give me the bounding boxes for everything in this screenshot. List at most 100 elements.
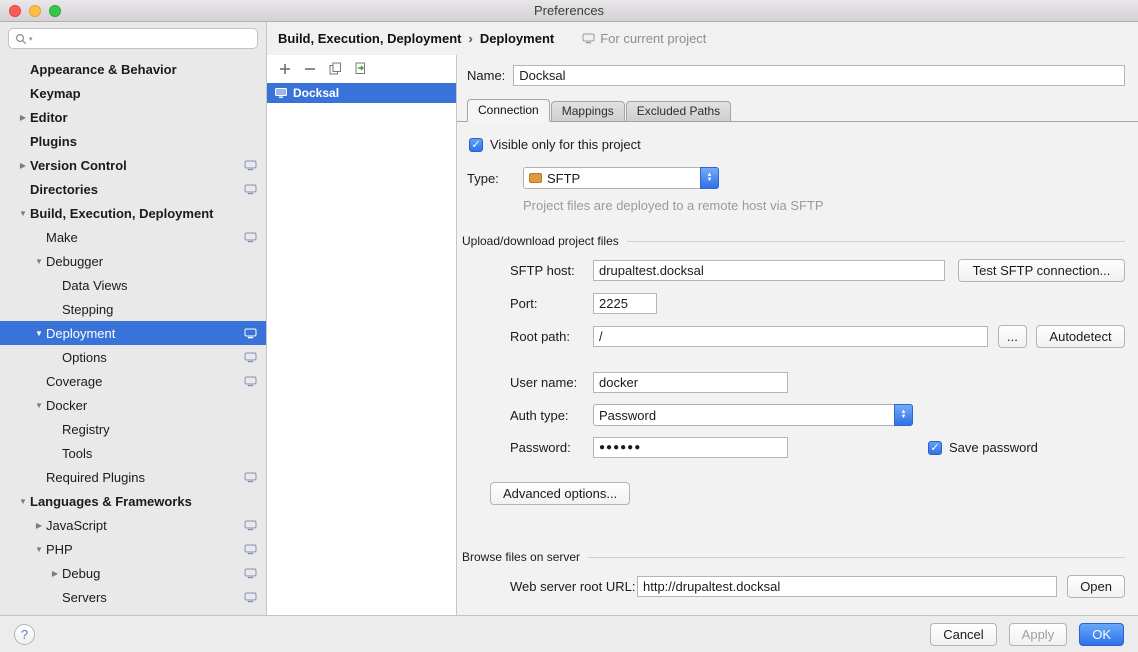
breadcrumb-section[interactable]: Build, Execution, Deployment	[278, 31, 461, 46]
sidebar-item-plugins[interactable]: Plugins	[0, 129, 266, 153]
chevron-down-icon[interactable]: ▼	[32, 401, 46, 410]
chevron-down-icon[interactable]: ▼	[32, 329, 46, 338]
password-input[interactable]	[593, 437, 788, 458]
sidebar-item-build-execution-deployment[interactable]: ▼Build, Execution, Deployment	[0, 201, 266, 225]
sidebar-item-keymap[interactable]: Keymap	[0, 81, 266, 105]
user-name-label: User name:	[510, 375, 593, 390]
auth-type-value: Password	[599, 408, 656, 423]
sidebar-item-stepping[interactable]: Stepping	[0, 297, 266, 321]
upload-section-label: Upload/download project files	[462, 234, 619, 248]
sidebar-item-data-views[interactable]: Data Views	[0, 273, 266, 297]
name-input[interactable]	[513, 65, 1125, 86]
chevron-right-icon[interactable]: ▶	[48, 569, 62, 578]
sidebar-item-javascript[interactable]: ▶JavaScript	[0, 513, 266, 537]
copy-icon	[329, 62, 342, 75]
connection-tab-content: Visible only for this project Type: SFTP…	[457, 122, 1138, 615]
per-project-icon	[244, 376, 257, 387]
open-url-button[interactable]: Open	[1067, 575, 1125, 598]
zoom-button[interactable]	[49, 5, 61, 17]
plus-icon	[279, 63, 291, 75]
chevron-down-icon[interactable]: ▼	[32, 257, 46, 266]
chevron-right-icon[interactable]: ▶	[16, 161, 30, 170]
help-button[interactable]: ?	[14, 624, 35, 645]
sidebar-item-label: Data Views	[62, 278, 128, 293]
advanced-options-button[interactable]: Advanced options...	[490, 482, 630, 505]
per-project-icon	[582, 33, 595, 44]
type-select[interactable]: SFTP ▲▼	[523, 167, 719, 189]
combo-stepper-icon[interactable]: ▲▼	[700, 167, 719, 189]
browse-root-button[interactable]: ...	[998, 325, 1027, 348]
import-config-button[interactable]	[353, 62, 367, 76]
sftp-host-input[interactable]	[593, 260, 945, 281]
auth-type-select[interactable]: Password ▲▼	[593, 404, 913, 426]
sidebar-item-version-control[interactable]: ▶Version Control	[0, 153, 266, 177]
chevron-down-icon[interactable]: ▼	[32, 545, 46, 554]
sidebar-item-label: Required Plugins	[46, 470, 145, 485]
minimize-button[interactable]	[29, 5, 41, 17]
sidebar-item-label: Deployment	[46, 326, 115, 341]
sidebar-item-coverage[interactable]: Coverage	[0, 369, 266, 393]
root-path-input[interactable]	[593, 326, 988, 347]
autodetect-button[interactable]: Autodetect	[1036, 325, 1125, 348]
combo-stepper-icon[interactable]: ▲▼	[894, 404, 913, 426]
sidebar-item-languages-frameworks[interactable]: ▼Languages & Frameworks	[0, 489, 266, 513]
tab-connection[interactable]: Connection	[467, 99, 550, 122]
sidebar-item-label: PHP	[46, 542, 73, 557]
sftp-host-label: SFTP host:	[510, 263, 593, 278]
remove-server-button[interactable]	[303, 62, 317, 76]
chevron-right-icon[interactable]: ▶	[16, 113, 30, 122]
tab-excluded-paths[interactable]: Excluded Paths	[626, 101, 731, 121]
auth-type-label: Auth type:	[510, 408, 593, 423]
server-list-panel: Docksal	[267, 55, 457, 615]
settings-search-box[interactable]: ▾	[8, 28, 258, 49]
add-server-button[interactable]	[278, 62, 292, 76]
cancel-button[interactable]: Cancel	[930, 623, 996, 646]
sidebar-item-docker[interactable]: ▼Docker	[0, 393, 266, 417]
sidebar-item-debugger[interactable]: ▼Debugger	[0, 249, 266, 273]
tab-mappings[interactable]: Mappings	[551, 101, 625, 121]
save-password-checkbox[interactable]	[928, 441, 942, 455]
sidebar-item-debug[interactable]: ▶Debug	[0, 561, 266, 585]
port-input[interactable]	[593, 293, 657, 314]
sidebar-item-registry[interactable]: Registry	[0, 417, 266, 441]
window-title: Preferences	[0, 3, 1138, 18]
sidebar-item-deployment[interactable]: ▼Deployment	[0, 321, 266, 345]
section-divider	[627, 241, 1125, 242]
sidebar-item-make[interactable]: Make	[0, 225, 266, 249]
sidebar-item-label: Build, Execution, Deployment	[30, 206, 213, 221]
per-project-icon	[244, 352, 257, 363]
sidebar-item-options[interactable]: Options	[0, 345, 266, 369]
user-name-input[interactable]	[593, 372, 788, 393]
port-label: Port:	[510, 296, 593, 311]
sidebar-item-servers[interactable]: Servers	[0, 585, 266, 609]
tab-underline	[457, 121, 1138, 122]
close-button[interactable]	[9, 5, 21, 17]
web-root-input[interactable]	[637, 576, 1057, 597]
minus-icon	[304, 63, 316, 75]
per-project-icon	[244, 184, 257, 195]
sidebar-item-label: Keymap	[30, 86, 81, 101]
sidebar-item-tools[interactable]: Tools	[0, 441, 266, 465]
sidebar-item-appearance-behavior[interactable]: Appearance & Behavior	[0, 57, 266, 81]
name-label: Name:	[467, 68, 505, 83]
chevron-down-icon[interactable]: ▼	[16, 209, 30, 218]
apply-button[interactable]: Apply	[1009, 623, 1068, 646]
sidebar-item-required-plugins[interactable]: Required Plugins	[0, 465, 266, 489]
root-path-label: Root path:	[510, 329, 593, 344]
chevron-right-icon[interactable]: ▶	[32, 521, 46, 530]
copy-server-button[interactable]	[328, 62, 342, 76]
sidebar-item-label: Registry	[62, 422, 110, 437]
search-input[interactable]	[35, 32, 251, 46]
test-connection-button[interactable]: Test SFTP connection...	[958, 259, 1125, 282]
sidebar-item-label: Editor	[30, 110, 68, 125]
sidebar-item-label: Docker	[46, 398, 87, 413]
server-row-docksal[interactable]: Docksal	[267, 83, 456, 103]
sidebar-item-editor[interactable]: ▶Editor	[0, 105, 266, 129]
visible-only-checkbox[interactable]	[469, 138, 483, 152]
server-toolbar	[267, 55, 456, 82]
sidebar-item-directories[interactable]: Directories	[0, 177, 266, 201]
chevron-down-icon[interactable]: ▼	[16, 497, 30, 506]
ok-button[interactable]: OK	[1079, 623, 1124, 646]
sidebar-item-php[interactable]: ▼PHP	[0, 537, 266, 561]
search-history-caret-icon[interactable]: ▾	[29, 35, 33, 43]
